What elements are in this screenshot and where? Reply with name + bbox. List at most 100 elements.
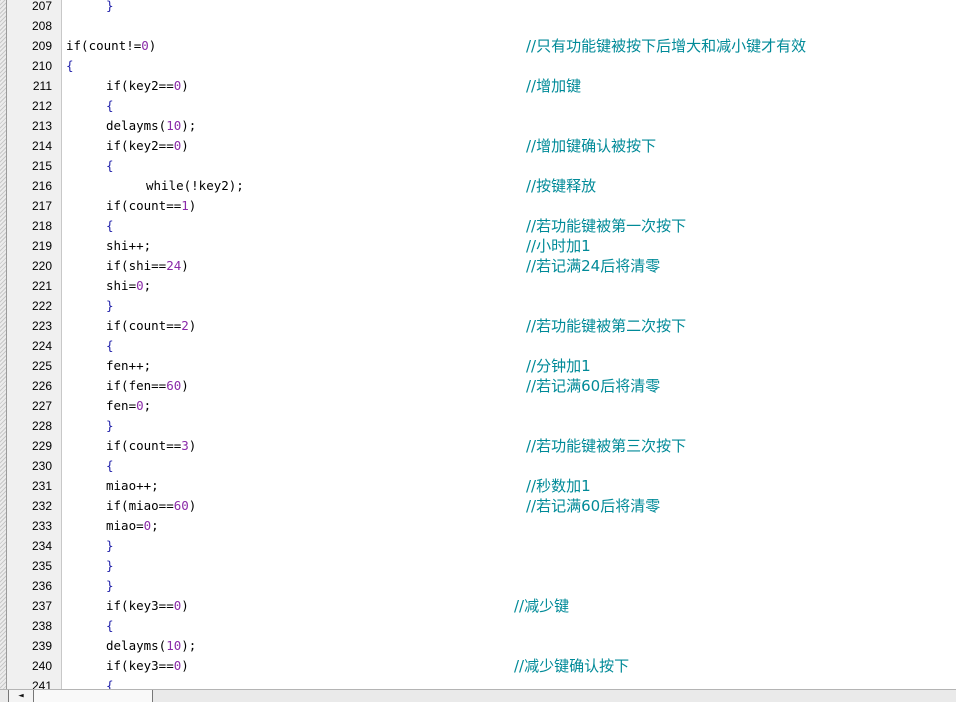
line-number: 239 xyxy=(31,639,52,653)
code-comment: //增加键确认被按下 xyxy=(526,137,657,155)
code-line[interactable]: if(shi==24) //若记满24后将清零 xyxy=(62,256,956,276)
code-token: fen++; xyxy=(106,358,152,373)
scrollbar-thumb[interactable] xyxy=(34,690,153,702)
code-text: if(shi==24) xyxy=(106,256,189,276)
code-token: fen= xyxy=(106,398,137,413)
horizontal-scrollbar[interactable]: ◄ xyxy=(0,689,956,702)
code-text: if(key2==0) xyxy=(106,76,189,96)
code-token: { xyxy=(106,458,114,473)
code-token: } xyxy=(106,538,114,553)
code-text: if(key3==0) xyxy=(106,596,189,616)
line-number: 229 xyxy=(31,439,52,453)
code-token: if(key3== xyxy=(106,658,174,673)
code-line[interactable]: delayms(10); xyxy=(62,636,956,656)
code-line[interactable]: {//若功能键被第一次按下 xyxy=(62,216,956,236)
code-line[interactable]: if(count==2) //若功能键被第二次按下 xyxy=(62,316,956,336)
code-line[interactable]: } xyxy=(62,0,956,16)
code-line[interactable]: if(fen==60) //若记满60后将清零 xyxy=(62,376,956,396)
code-line[interactable]: } xyxy=(62,416,956,436)
code-editor[interactable]: 207 208 209 210 211 212 213 214 215 216 217 218 219 2… xyxy=(0,0,956,689)
code-token: 24 xyxy=(166,258,182,273)
line-number: 212 xyxy=(31,99,52,113)
code-token: 60 xyxy=(166,378,182,393)
code-line[interactable]: while(!key2); //按键释放 xyxy=(62,176,956,196)
code-text: if(miao==60) xyxy=(106,496,196,516)
code-text: fen++; xyxy=(106,356,151,376)
code-line[interactable]: fen=0; xyxy=(62,396,956,416)
code-text: { xyxy=(106,456,114,476)
line-number: 222 xyxy=(31,299,52,313)
code-token: { xyxy=(106,618,114,633)
code-comment: //若功能键被第三次按下 xyxy=(526,437,687,455)
scroll-left-arrow-icon[interactable]: ◄ xyxy=(8,690,34,702)
line-number: 230 xyxy=(31,459,52,473)
line-number: 211 xyxy=(32,79,52,93)
code-comment: //增加键 xyxy=(526,77,582,95)
code-line[interactable]: { xyxy=(62,56,956,76)
code-token: 0 xyxy=(136,398,144,413)
code-text: { xyxy=(106,616,114,636)
line-number: 221 xyxy=(31,279,52,293)
code-line[interactable]: if(miao==60) //若记满60后将清零 xyxy=(62,496,956,516)
code-line[interactable] xyxy=(62,16,956,36)
code-line[interactable]: { xyxy=(62,96,956,116)
code-line[interactable]: if(count==1) xyxy=(62,196,956,216)
code-token: if(fen== xyxy=(106,378,167,393)
code-line[interactable]: } xyxy=(62,296,956,316)
code-token: if(count== xyxy=(106,438,182,453)
code-token: ) xyxy=(181,258,189,273)
line-number: 235 xyxy=(31,559,52,573)
code-line[interactable]: { xyxy=(62,336,956,356)
line-number: 232 xyxy=(31,499,52,513)
code-token: { xyxy=(106,678,114,689)
line-number: 220 xyxy=(31,259,52,273)
code-line[interactable]: fen++; //分钟加1 xyxy=(62,356,956,376)
line-number: 214 xyxy=(31,139,52,153)
code-line[interactable]: } xyxy=(62,536,956,556)
code-text: { xyxy=(106,96,114,116)
code-line[interactable]: if(key2==0) //增加键 xyxy=(62,76,956,96)
code-text: } xyxy=(106,536,114,556)
code-token: 0 xyxy=(136,278,144,293)
code-token: ; xyxy=(143,278,152,293)
line-number: 233 xyxy=(31,519,52,533)
code-line[interactable]: } xyxy=(62,576,956,596)
line-number: 216 xyxy=(31,179,52,193)
code-text: if(key2==0) xyxy=(106,136,189,156)
line-number: 228 xyxy=(31,419,52,433)
code-token: if(miao== xyxy=(106,498,174,513)
line-number: 213 xyxy=(31,119,52,133)
code-comment: //按键释放 xyxy=(526,177,597,195)
code-line[interactable]: { xyxy=(62,156,956,176)
code-text: shi++; xyxy=(106,236,151,256)
code-line[interactable]: if(count!=0) //只有功能键被按下后增大和减小键才有效 xyxy=(62,36,956,56)
code-line[interactable]: shi=0; xyxy=(62,276,956,296)
code-comment: //减少键确认按下 xyxy=(514,657,630,675)
code-line[interactable]: shi++; //小时加1 xyxy=(62,236,956,256)
code-token: ; xyxy=(143,398,152,413)
code-line[interactable]: { xyxy=(62,676,956,689)
code-token: 2 xyxy=(181,318,189,333)
code-line[interactable]: if(count==3) //若功能键被第三次按下 xyxy=(62,436,956,456)
code-line[interactable]: miao++; //秒数加1 xyxy=(62,476,956,496)
code-line[interactable]: delayms(10); xyxy=(62,116,956,136)
code-token: 60 xyxy=(173,498,189,513)
code-line[interactable]: if(key3==0) //减少键确认按下 xyxy=(62,656,956,676)
window-left-border xyxy=(0,0,7,701)
code-area[interactable]: } if(count!=0)//只有功能键被按下后增大和减小键才有效{if(key… xyxy=(62,0,956,689)
code-comment: //若记满60后将清零 xyxy=(526,497,661,515)
line-number: 210 xyxy=(31,59,52,73)
code-text: if(count==1) xyxy=(106,196,196,216)
code-line[interactable]: { xyxy=(62,616,956,636)
code-line[interactable]: miao=0; xyxy=(62,516,956,536)
code-line[interactable]: if(key2==0) //增加键确认被按下 xyxy=(62,136,956,156)
code-token: } xyxy=(106,418,114,433)
code-token: if(key2== xyxy=(106,138,174,153)
line-number: 209 xyxy=(31,39,52,53)
code-token: { xyxy=(106,338,114,353)
code-comment: //小时加1 xyxy=(526,237,591,255)
code-token: ); xyxy=(181,118,197,133)
code-line[interactable]: { xyxy=(62,456,956,476)
code-line[interactable]: } xyxy=(62,556,956,576)
code-line[interactable]: if(key3==0) //减少键 xyxy=(62,596,956,616)
